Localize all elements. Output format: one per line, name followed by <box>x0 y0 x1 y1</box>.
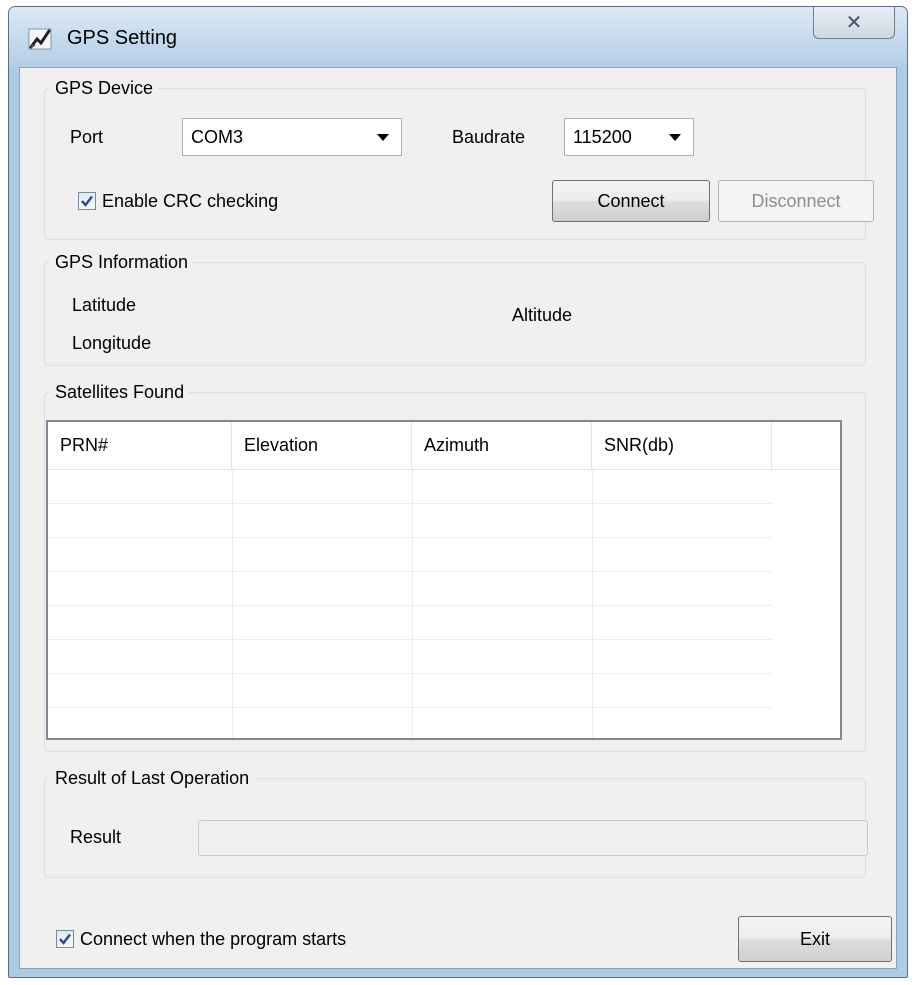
gps-device-group-label: GPS Device <box>50 77 159 99</box>
satellites-table[interactable]: PRN# Elevation Azimuth SNR(db) <box>46 420 842 742</box>
autoconnect-label[interactable]: Connect when the program starts <box>80 928 346 950</box>
dialog-client-area: GPS Device Port COM3 Baudrate 115200 Ena… <box>19 67 897 969</box>
app-icon <box>28 28 52 50</box>
close-button[interactable]: ✕ <box>813 7 895 39</box>
baudrate-label: Baudrate <box>452 127 526 147</box>
table-header: PRN# Elevation Azimuth SNR(db) <box>48 422 840 470</box>
window-title: GPS Setting <box>67 27 178 49</box>
satellites-found-group-label: Satellites Found <box>50 381 190 403</box>
baudrate-value: 115200 <box>573 127 632 147</box>
gps-information-group: GPS Information <box>44 251 866 366</box>
close-icon: ✕ <box>845 12 863 34</box>
table-row <box>48 572 772 606</box>
table-row <box>48 640 772 674</box>
column-header-prn[interactable]: PRN# <box>48 422 232 470</box>
altitude-label: Altitude <box>512 305 573 325</box>
crc-label[interactable]: Enable CRC checking <box>102 190 278 212</box>
crc-checkbox[interactable] <box>78 192 96 210</box>
port-value: COM3 <box>191 127 244 147</box>
column-divider <box>412 470 413 738</box>
column-divider <box>232 470 233 738</box>
title-bar[interactable]: GPS Setting ✕ <box>9 7 907 67</box>
table-row <box>48 674 772 708</box>
longitude-label: Longitude <box>72 333 152 353</box>
column-header-elevation[interactable]: Elevation <box>232 422 412 470</box>
checkmark-icon <box>59 933 71 945</box>
result-field <box>198 820 868 856</box>
table-body <box>48 470 840 742</box>
dropdown-arrow-icon <box>377 134 389 141</box>
latitude-label: Latitude <box>72 295 137 315</box>
table-row <box>48 470 772 504</box>
port-select[interactable]: COM3 <box>182 118 402 156</box>
table-row <box>48 708 772 742</box>
column-header-azimuth[interactable]: Azimuth <box>412 422 592 470</box>
table-row <box>48 538 772 572</box>
gps-setting-window: GPS Setting ✕ GPS Device Port COM3 Baudr… <box>8 6 908 978</box>
column-divider <box>592 470 593 738</box>
table-row <box>48 606 772 640</box>
exit-button[interactable]: Exit <box>738 916 892 962</box>
autoconnect-checkbox[interactable] <box>56 930 74 948</box>
column-header-snr[interactable]: SNR(db) <box>592 422 772 470</box>
connect-button[interactable]: Connect <box>552 180 710 222</box>
disconnect-button[interactable]: Disconnect <box>718 180 874 222</box>
gps-information-group-label: GPS Information <box>50 251 194 273</box>
result-group-label: Result of Last Operation <box>50 767 255 789</box>
checkmark-icon <box>81 195 93 207</box>
result-label: Result <box>70 827 122 847</box>
table-row <box>48 504 772 538</box>
baudrate-select[interactable]: 115200 <box>564 118 694 156</box>
port-label: Port <box>70 127 104 147</box>
dropdown-arrow-icon <box>669 134 681 141</box>
